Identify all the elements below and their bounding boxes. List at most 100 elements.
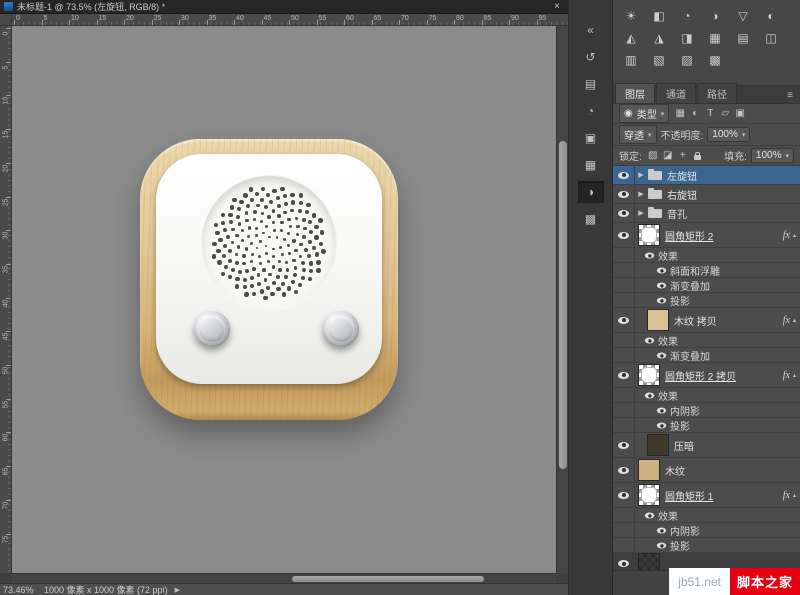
visibility-cell[interactable]: [613, 348, 635, 362]
tab-通道[interactable]: 通道: [656, 83, 696, 103]
visibility-cell[interactable]: [613, 538, 635, 552]
filter-adjustment-layers-icon[interactable]: ◐: [690, 108, 700, 119]
lock-transparent-pixels-icon[interactable]: ▨: [648, 150, 658, 161]
effect-row[interactable]: 投影: [613, 538, 800, 553]
layer-group-row[interactable]: ▶ 右旋钮: [613, 185, 800, 204]
lock-all-icon[interactable]: [693, 151, 703, 160]
effect-row[interactable]: 效果: [613, 508, 800, 523]
fx-badge[interactable]: fx ▴: [783, 315, 796, 326]
photo-filter-icon[interactable]: ◨: [679, 30, 695, 45]
filter-pixel-layers-icon[interactable]: ▦: [675, 108, 685, 119]
close-button[interactable]: ×: [550, 1, 564, 12]
collapse-panels-icon[interactable]: «: [578, 19, 604, 41]
color-icon[interactable]: ▣: [578, 127, 604, 149]
visibility-cell[interactable]: [613, 403, 635, 417]
effect-row[interactable]: 效果: [613, 388, 800, 403]
document-titlebar[interactable]: 未标题-1 @ 73.5% (左旋钮, RGB/8) * ×: [0, 0, 568, 14]
posterize-icon[interactable]: ▥: [623, 52, 639, 67]
effect-row[interactable]: 效果: [613, 248, 800, 263]
effect-row[interactable]: 内阴影: [613, 523, 800, 538]
blend-mode-dropdown[interactable]: 穿透 ▾: [619, 125, 657, 144]
expand-caret-icon[interactable]: ▶: [635, 209, 647, 217]
visibility-cell[interactable]: [613, 553, 635, 570]
black-white-icon[interactable]: ◮: [651, 30, 667, 45]
visibility-cell[interactable]: [613, 223, 635, 247]
visibility-cell[interactable]: [613, 248, 635, 262]
fx-badge[interactable]: fx ▴: [783, 230, 796, 241]
adjustments-collapsed-icon[interactable]: ◑: [577, 181, 604, 203]
effect-row[interactable]: 渐变叠加: [613, 278, 800, 293]
effect-row[interactable]: 内阴影: [613, 403, 800, 418]
selective-color-icon[interactable]: ▨: [679, 52, 695, 67]
effect-row[interactable]: 投影: [613, 293, 800, 308]
hue-saturation-icon[interactable]: ◐: [763, 8, 779, 23]
curves-icon[interactable]: ◔: [679, 8, 695, 23]
lock-image-pixels-icon[interactable]: ◪: [663, 150, 673, 161]
visibility-cell[interactable]: [613, 458, 635, 482]
filter-kind-dropdown[interactable]: ◉ 类型 ▾: [619, 104, 670, 123]
threshold-icon[interactable]: ▧: [651, 52, 667, 67]
navigator-icon[interactable]: ▤: [578, 73, 604, 95]
layer-group-row[interactable]: ▶ 左旋钮: [613, 166, 800, 185]
exposure-icon[interactable]: ◑: [707, 8, 723, 23]
color-lookup-icon[interactable]: ▤: [735, 30, 751, 45]
brightness-contrast-icon[interactable]: ☀: [623, 8, 639, 23]
effect-row[interactable]: 投影: [613, 418, 800, 433]
visibility-cell[interactable]: [613, 204, 635, 222]
horizontal-scrollbar[interactable]: [12, 573, 556, 583]
fx-badge[interactable]: fx ▴: [783, 490, 796, 501]
filter-type-layers-icon[interactable]: T: [705, 108, 715, 119]
history-icon[interactable]: ↺: [578, 46, 604, 68]
visibility-cell[interactable]: [613, 433, 635, 457]
layer-group-row[interactable]: ▶ 音孔: [613, 204, 800, 223]
layer-row[interactable]: 木纹: [613, 458, 800, 483]
lock-position-icon[interactable]: +: [678, 150, 688, 161]
fill-field[interactable]: 100% ▾: [750, 148, 794, 163]
layer-row[interactable]: 木纹 拷贝 fx ▴: [613, 308, 800, 333]
visibility-cell[interactable]: [613, 363, 635, 387]
channel-mixer-icon[interactable]: ▦: [707, 30, 723, 45]
visibility-cell[interactable]: [613, 166, 635, 184]
info-icon[interactable]: ◔: [578, 100, 604, 122]
status-arrow-icon[interactable]: ▶: [175, 586, 180, 594]
opacity-field[interactable]: 100% ▾: [707, 127, 751, 142]
tab-图层[interactable]: 图层: [615, 83, 655, 103]
visibility-cell[interactable]: [613, 293, 635, 307]
vibrance-icon[interactable]: ▽: [735, 8, 751, 23]
effect-row[interactable]: 斜面和浮雕: [613, 263, 800, 278]
color-balance-icon[interactable]: ◭: [623, 30, 639, 45]
visibility-cell[interactable]: [613, 523, 635, 537]
horizontal-scroll-thumb[interactable]: [292, 576, 484, 582]
layer-row[interactable]: 压暗: [613, 433, 800, 458]
tab-路径[interactable]: 路径: [697, 83, 737, 103]
fx-badge[interactable]: fx ▴: [783, 370, 796, 381]
visibility-cell[interactable]: [613, 483, 635, 507]
visibility-cell[interactable]: [613, 333, 635, 347]
expand-caret-icon[interactable]: ▶: [635, 171, 647, 179]
vertical-scroll-thumb[interactable]: [559, 141, 567, 469]
effect-row[interactable]: 效果: [613, 333, 800, 348]
layer-row[interactable]: 圆角矩形 2 fx ▴: [613, 223, 800, 248]
invert-icon[interactable]: ◫: [763, 30, 779, 45]
gradient-map-icon[interactable]: ▩: [707, 52, 723, 67]
visibility-cell[interactable]: [613, 388, 635, 402]
vertical-scrollbar[interactable]: [556, 26, 568, 573]
levels-icon[interactable]: ◧: [651, 8, 667, 23]
filter-smart-objects-icon[interactable]: ▣: [735, 108, 745, 119]
visibility-cell[interactable]: [613, 418, 635, 432]
visibility-cell[interactable]: [613, 185, 635, 203]
styles-icon[interactable]: ▩: [578, 208, 604, 230]
layer-row[interactable]: 圆角矩形 1 fx ▴: [613, 483, 800, 508]
visibility-cell[interactable]: [613, 263, 635, 277]
panel-menu-icon[interactable]: ≡: [787, 90, 798, 103]
effect-row[interactable]: 渐变叠加: [613, 348, 800, 363]
layer-row[interactable]: 圆角矩形 2 拷贝 fx ▴: [613, 363, 800, 388]
zoom-level[interactable]: 73.46%: [3, 585, 37, 595]
canvas[interactable]: [12, 26, 556, 573]
visibility-cell[interactable]: [613, 508, 635, 522]
expand-caret-icon[interactable]: ▶: [635, 190, 647, 198]
visibility-cell[interactable]: [613, 278, 635, 292]
swatches-icon[interactable]: ▦: [578, 154, 604, 176]
filter-shape-layers-icon[interactable]: ▱: [720, 108, 730, 119]
visibility-cell[interactable]: [613, 308, 635, 332]
